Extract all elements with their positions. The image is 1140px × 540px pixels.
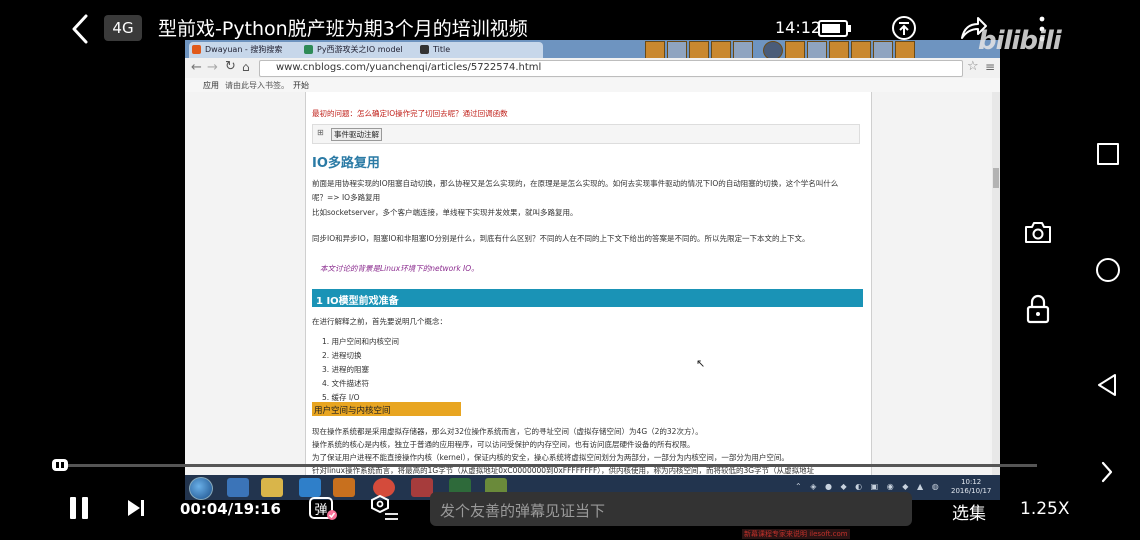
paragraph: 比如socketserver，多个客户端连接，单线程下实现并发效果，就叫多路复用… bbox=[312, 208, 578, 217]
ie-icon[interactable] bbox=[227, 478, 249, 497]
question-line: 最初的问题：怎么确定IO操作完了切回去呢？通过回调函数 bbox=[312, 109, 508, 118]
pause-button[interactable] bbox=[68, 497, 90, 519]
browser-tabstrip: Dwayuan - 搜狗搜索 Py西游攻关之IO model Title bbox=[185, 40, 1000, 60]
battery-icon bbox=[818, 20, 851, 37]
list-item: 4. 文件描述符 bbox=[322, 379, 370, 388]
browser-home-icon[interactable]: ⌂ bbox=[242, 60, 250, 74]
progress-thumb[interactable] bbox=[52, 459, 68, 471]
event-box: ⊞ 事件驱动注解 bbox=[312, 124, 860, 144]
app-icon[interactable] bbox=[411, 478, 433, 497]
page-area: 最初的问题：怎么确定IO操作完了切回去呢？通过回调函数 ⊞ 事件驱动注解 IO多… bbox=[185, 92, 992, 475]
article-heading: IO多路复用 bbox=[312, 156, 380, 171]
status-clock: 14:12 bbox=[775, 18, 822, 37]
time-display: 00:04/19:16 bbox=[180, 500, 281, 518]
context-note: 本文讨论的背景是Linux环境下的network IO。 bbox=[320, 264, 479, 273]
paragraph: 呢？=> IO多路复用 bbox=[312, 193, 381, 202]
home-circle-icon[interactable] bbox=[1096, 258, 1120, 282]
bookmark-star-icon[interactable]: ☆ bbox=[967, 59, 979, 74]
browser-tab[interactable]: Title bbox=[417, 42, 543, 58]
taskbar-date: 2016/10/17 bbox=[951, 487, 992, 495]
fullscreen-icon[interactable] bbox=[1097, 143, 1119, 165]
lock-icon[interactable] bbox=[1025, 294, 1051, 324]
section-bar: 1 IO模型前戏准备 bbox=[312, 289, 863, 307]
danmaku-toggle-label: 弹 bbox=[314, 503, 327, 518]
browser-forward-icon[interactable]: → bbox=[207, 60, 218, 75]
bookmarks-bar: 应用 请由此导入书签。 开始 bbox=[185, 78, 1000, 93]
bookmark-start[interactable]: 开始 bbox=[293, 80, 309, 91]
browser-reload-icon[interactable]: ↻ bbox=[225, 59, 236, 74]
tab-label: Title bbox=[433, 45, 451, 54]
tab-favicon-icon bbox=[192, 45, 201, 54]
body-line: 为了保证用户进程不能直接操作内核（kernel），保证内核的安全，操心系统将虚拟… bbox=[312, 453, 789, 462]
address-bar: ← → ↻ ⌂ www.cnblogs.com/yuanchenqi/artic… bbox=[185, 58, 1000, 79]
danmaku-input[interactable]: 发个友善的弹幕见证当下 bbox=[430, 492, 912, 526]
progress-bar[interactable] bbox=[52, 464, 1037, 467]
browser-tab[interactable]: Py西游攻关之IO model bbox=[301, 42, 429, 58]
url-field[interactable]: www.cnblogs.com/yuanchenqi/articles/5722… bbox=[259, 60, 963, 77]
windows-start-icon[interactable] bbox=[189, 477, 213, 500]
bookmark-hint: 请由此导入书签。 bbox=[225, 81, 289, 90]
expand-icon[interactable]: ⊞ bbox=[317, 128, 324, 137]
tab-label: Py西游攻关之IO model bbox=[317, 45, 403, 54]
event-driven-button[interactable]: 事件驱动注解 bbox=[331, 128, 382, 141]
paragraph: 同步IO和异步IO，阻塞IO和非阻塞IO分别是什么，到底有什么区别？不同的人在不… bbox=[312, 234, 810, 243]
list-item: 1. 用户空间和内核空间 bbox=[322, 337, 400, 346]
scroll-thumb[interactable] bbox=[993, 168, 999, 188]
tab-label: Dwayuan - 搜狗搜索 bbox=[205, 45, 283, 54]
taskbar-clock: 10:12 2016/10/17 bbox=[951, 478, 991, 496]
bookmark-apps[interactable]: 应用 bbox=[203, 80, 219, 91]
episodes-button[interactable]: 选集 bbox=[952, 499, 986, 524]
article: 最初的问题：怎么确定IO操作完了切回去呢？通过回调函数 ⊞ 事件驱动注解 IO多… bbox=[305, 92, 872, 475]
danmaku-placeholder: 发个友善的弹幕见证当下 bbox=[440, 502, 606, 520]
screenshot-camera-icon[interactable] bbox=[1024, 220, 1052, 244]
paragraph: 前面是用协程实现的IO阻塞自动切换，那么协程又是怎么实现的，在原理是是怎么实现的… bbox=[312, 179, 839, 188]
page-scrollbar[interactable] bbox=[992, 92, 1000, 475]
system-tray-icons: ⌃ ◈ ● ◆ ◐ ▣ ◉ ◆ ▲ ◍ bbox=[795, 482, 942, 491]
video-title: 型前戏-Python脱产班为期3个月的培训视频 bbox=[158, 18, 528, 40]
playback-speed-button[interactable]: 1.25X bbox=[1020, 499, 1070, 519]
network-badge: 4G bbox=[104, 15, 142, 41]
back-arrow-icon[interactable] bbox=[66, 12, 96, 46]
mouse-cursor-icon: ↖ bbox=[696, 357, 706, 370]
body-line: 操作系统的核心是内核，独立于普通的应用程序，可以访问受保护的内存空间，也有访问底… bbox=[312, 440, 695, 449]
bilibili-logo: bilibili bbox=[978, 26, 1062, 56]
tab-favicon-icon bbox=[304, 45, 313, 54]
folder-icon[interactable] bbox=[261, 478, 283, 497]
taskbar-time: 10:12 bbox=[961, 478, 982, 486]
watermark: 新幕课程专家来说明 ilesoft.com bbox=[742, 529, 850, 539]
section-title: 1 IO模型前戏准备 bbox=[316, 296, 399, 307]
url-text: www.cnblogs.com/yuanchenqi/articles/5722… bbox=[276, 62, 542, 73]
danmaku-settings-icon[interactable] bbox=[368, 494, 400, 522]
tab-favicon-icon bbox=[420, 45, 429, 54]
danmaku-toggle-icon[interactable]: 弹 bbox=[308, 493, 338, 523]
paragraph: 在进行解释之前，首先要说明几个概念： bbox=[312, 317, 447, 326]
browser-back-icon[interactable]: ← bbox=[191, 60, 202, 75]
browser-tab[interactable]: Dwayuan - 搜狗搜索 bbox=[189, 42, 313, 58]
subheading-highlight: 用户空间与内核空间 bbox=[312, 402, 461, 416]
list-item: 2. 进程切换 bbox=[322, 351, 362, 360]
video-frame[interactable]: Dwayuan - 搜狗搜索 Py西游攻关之IO model Title ← → bbox=[185, 40, 1000, 500]
back-triangle-icon[interactable] bbox=[1096, 373, 1118, 397]
chevron-right-icon[interactable] bbox=[1100, 460, 1114, 484]
next-episode-icon[interactable] bbox=[126, 498, 146, 518]
subheading: 用户空间与内核空间 bbox=[314, 406, 391, 416]
browser-menu-icon[interactable]: ≡ bbox=[985, 60, 995, 74]
cast-icon[interactable] bbox=[890, 14, 918, 42]
body-line: 现在操作系统都是采用虚拟存储器，那么对32位操作系统而言，它的寻址空间（虚拟存储… bbox=[312, 427, 703, 436]
list-item: 3. 进程的阻塞 bbox=[322, 365, 370, 374]
